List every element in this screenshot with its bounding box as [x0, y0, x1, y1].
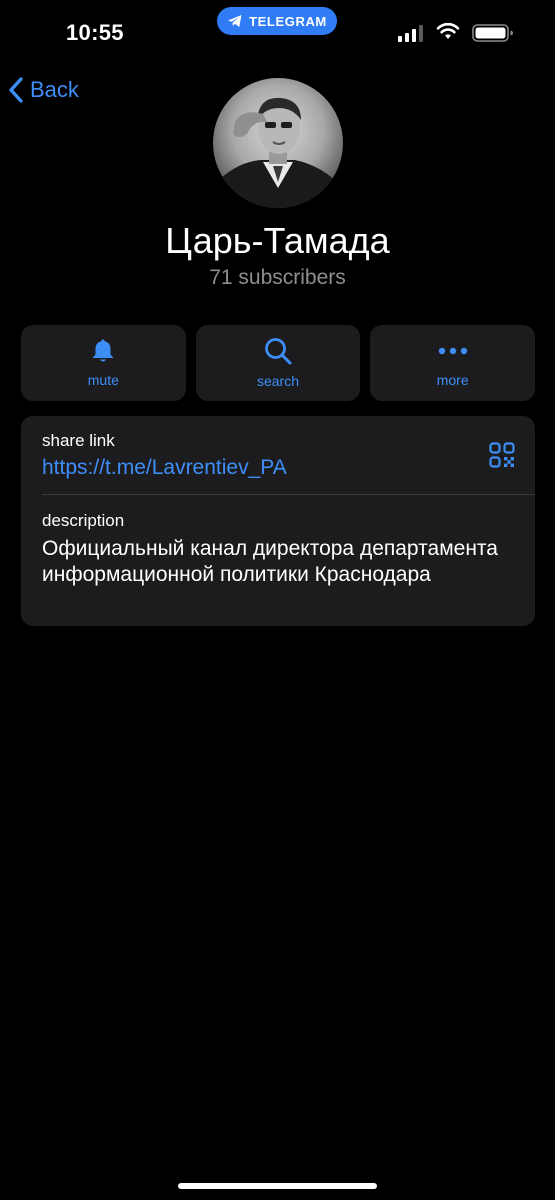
action-buttons: mute search more — [21, 325, 536, 401]
qr-code-icon[interactable] — [489, 442, 515, 468]
search-label: search — [256, 373, 300, 389]
chevron-left-icon — [9, 77, 23, 103]
description-text: Официальный канал директора департамента… — [42, 537, 498, 586]
cellular-signal-icon — [398, 24, 423, 42]
battery-icon — [472, 24, 513, 42]
more-button[interactable]: more — [370, 325, 536, 401]
back-button[interactable]: Back — [8, 74, 79, 106]
ellipsis-icon — [438, 347, 467, 355]
channel-avatar[interactable] — [213, 78, 343, 208]
mute-label: mute — [87, 372, 119, 388]
bell-icon — [92, 339, 114, 362]
wifi-icon — [436, 22, 460, 39]
description-label: description — [42, 511, 125, 530]
home-indicator[interactable] — [178, 1183, 377, 1189]
subscriber-count: 71 subscribers — [209, 266, 346, 289]
search-icon — [265, 338, 292, 365]
mute-button[interactable]: mute — [21, 325, 186, 401]
share-link[interactable]: https://t.me/Lavrentiev_PA — [42, 456, 287, 480]
channel-info-card: share link https://t.me/Lavrentiev_PA de… — [21, 416, 535, 626]
share-link-label: share link — [42, 431, 115, 450]
app-pill-label: TELEGRAM — [249, 13, 327, 29]
search-button[interactable]: search — [195, 325, 361, 401]
status-bar: 10:55 TELEGRAM — [0, 0, 555, 60]
back-label: Back — [30, 77, 79, 102]
more-label: more — [436, 372, 469, 388]
telegram-icon — [228, 15, 242, 27]
channel-name: Царь-Тамада — [165, 220, 390, 261]
return-to-app-pill[interactable]: TELEGRAM — [217, 7, 337, 35]
avatar-photo — [213, 97, 343, 208]
status-time: 10:55 — [66, 20, 124, 45]
info-divider — [42, 494, 535, 495]
